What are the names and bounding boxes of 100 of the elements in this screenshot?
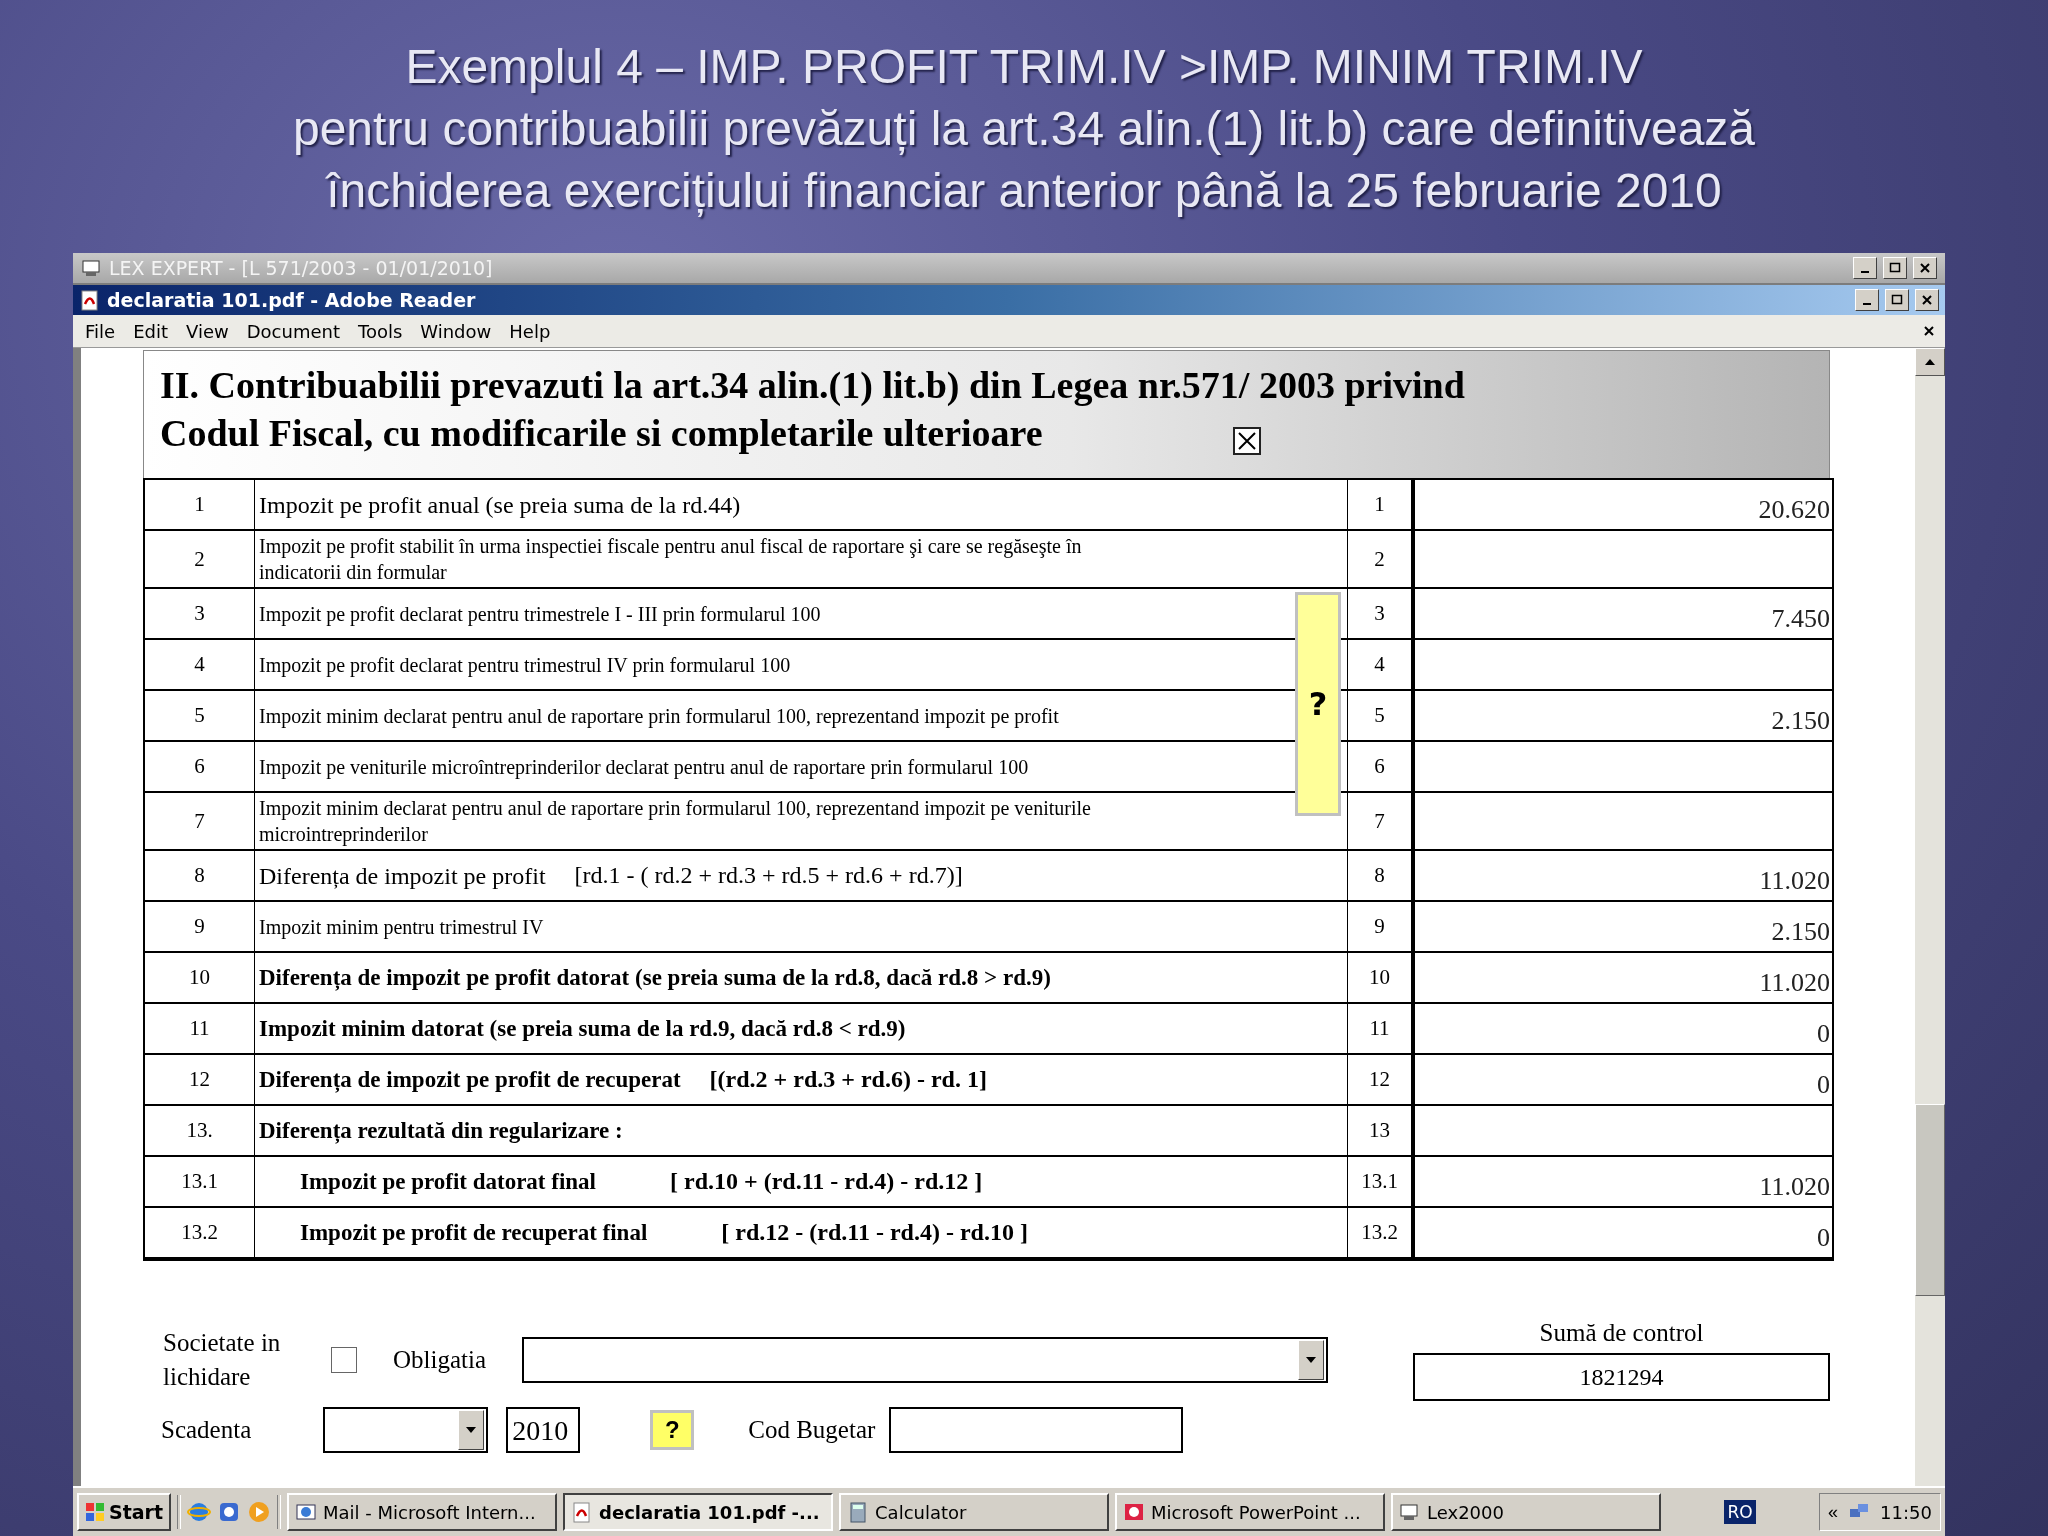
language-indicator[interactable]: RO [1724,1500,1756,1524]
scroll-thumb[interactable] [1915,1104,1945,1296]
value-field[interactable]: 2.150 [1415,902,1832,951]
value-field[interactable]: 0 [1415,1055,1832,1104]
value-field[interactable]: 7.450 [1415,589,1832,638]
row-label: Impozit pe profit anual (se preia suma de la rd.44) [258,490,742,520]
field-label: Societate in lichidare [163,1328,282,1392]
close-button[interactable] [1923,325,1935,337]
help-button[interactable]: ? [650,1410,695,1450]
minimize-icon [1863,303,1871,305]
row-formula: [ rd.10 + (rd.11 - rd.4) - rd.12 ] [670,1168,983,1195]
restore-button[interactable] [1885,289,1909,311]
caret-icon [466,1427,477,1433]
window-title: LEX EXPERT - [L 571/2003 - 01/01/2010] [109,257,494,279]
close-icon [1923,325,1935,337]
field-label: Obligatia [393,1346,487,1374]
row-number: 2 [193,546,206,572]
dropdown-field[interactable] [323,1407,489,1453]
row-code: 12 [1368,1067,1391,1092]
menu-item[interactable]: Help [501,318,559,344]
value-field[interactable]: 0 [1415,1208,1832,1257]
caret-icon [1306,1357,1317,1363]
row-code: 8 [1373,863,1386,888]
row-label: Diferența rezultată din regularizare : [258,1116,624,1146]
row-number: 6 [193,754,206,779]
row-label: Impozit pe veniturile microîntreprinderilor declarat pentru anul de raportare prin formularul 100 [258,754,1030,781]
clock: 11:50 [1880,1501,1932,1523]
menu-item[interactable]: Document [238,318,348,344]
row-number: 1 [193,492,206,517]
browser-icon[interactable] [187,1500,212,1524]
value-field[interactable]: 2.150 [1415,691,1832,740]
mail-icon [295,1501,318,1523]
row-code: 4 [1373,652,1386,677]
row-formula: [rd.1 - ( rd.2 + rd.3 + rd.5 + rd.6 + rd.7)] [574,862,963,889]
field-label: Cod Bugetar [748,1416,876,1444]
row-number: 7 [193,808,206,834]
menu-item[interactable]: View [178,318,237,344]
row-label: Diferența de impozit pe profit datorat (se preia suma de la rd.8, dacă rd.8 > rd.9) [258,963,1052,993]
row-code: 9 [1373,914,1386,939]
section-title: Codul Fiscal, cu modificarile si completarile ulterioare [160,411,1043,456]
checkbox[interactable] [331,1347,357,1373]
slide-title: închiderea exercițiului financiar anterior până la 25 februarie 2010 [326,162,1722,219]
row-number: 8 [193,863,206,888]
row-code: 3 [1373,601,1386,626]
minimize-button[interactable] [1855,289,1879,311]
value-field[interactable]: 11.020 [1415,851,1832,900]
menu-item[interactable]: Window [412,318,500,344]
menu-item[interactable]: Tools [349,318,411,344]
row-number: 13. [185,1118,214,1143]
row-label: Impozit minim declarat pentru anul de raportare prin formularul 100, reprezentand impozit pe profit [258,703,1060,730]
slide-title: Exemplul 4 – IMP. PROFIT TRIM.IV >IMP. MINIM TRIM.IV [405,38,1643,95]
row-code: 13.1 [1360,1169,1399,1194]
scrollbar[interactable] [1915,348,1945,1486]
row-number: 9 [193,914,206,939]
expand-button[interactable]: « [1828,1501,1839,1523]
input-field[interactable]: 1821294 [1413,1353,1830,1401]
taskbar-item[interactable]: Lex2000 [1391,1493,1662,1531]
row-number: 5 [193,703,206,728]
row-number: 13.2 [180,1220,219,1245]
windows-logo-icon [85,1502,105,1522]
restore-icon [1891,294,1903,306]
row-code: 5 [1373,703,1386,728]
row-label: Impozit minim datorat (se preia suma de la rd.9, dacă rd.8 < rd.9) [258,1014,907,1043]
taskbar-item[interactable]: declaratia 101.pdf -... [563,1493,834,1531]
row-label: Impozit pe profit declarat pentru trimestrele I - III prin formularul 100 [258,601,822,628]
row-label: Diferența de impozit pe profit [258,861,547,891]
taskbar-item[interactable]: Calculator [839,1493,1110,1531]
close-icon [1921,294,1933,306]
monitor-icon [81,257,103,279]
row-number: 12 [188,1067,211,1092]
row-label: Impozit minim declarat pentru anul de raportare prin formularul 100, reprezentand impozit pe veniturile microintreprinderilor [258,796,1092,848]
row-number: 4 [193,652,206,677]
value-field[interactable]: 20.620 [1415,480,1832,529]
row-code: 11 [1368,1016,1391,1041]
field-label: Sumă de control [1539,1319,1704,1347]
dropdown-field[interactable] [522,1337,1329,1383]
input-field[interactable]: 2010 [506,1407,581,1453]
row-formula: [(rd.2 + rd.3 + rd.6) - rd. 1] [709,1066,987,1093]
row-code: 6 [1373,754,1386,779]
taskbar-item[interactable]: Microsoft PowerPoint ... [1115,1493,1386,1531]
value-field[interactable]: 0 [1415,1004,1832,1053]
maximize-button[interactable] [1883,257,1907,279]
start-button[interactable]: Start [77,1493,172,1531]
row-number: 13.1 [180,1169,219,1194]
row-code: 7 [1373,808,1386,834]
menu-item[interactable]: Edit [125,318,176,344]
value-field[interactable]: 11.020 [1415,953,1832,1002]
row-label: Impozit minim pentru trimestrul IV [258,914,545,941]
close-icon [1919,262,1931,274]
input-field[interactable] [889,1407,1184,1453]
row-label: Impozit pe profit de recuperat final [299,1218,649,1247]
row-number: 3 [193,601,206,626]
value-field[interactable]: 11.020 [1415,1157,1832,1206]
section-title: II. Contribuabilii prevazuti la art.34 alin.(1) lit.b) din Legea nr.571/ 2003 privind [160,363,1466,408]
taskbar-item[interactable]: Mail - Microsoft Intern... [287,1493,558,1531]
row-label: Impozit pe profit datorat final [299,1167,597,1196]
checkbox[interactable] [1232,427,1261,455]
help-button[interactable]: ? [1295,592,1341,816]
minimize-button[interactable] [1853,257,1877,279]
menu-item[interactable]: File [77,318,124,344]
